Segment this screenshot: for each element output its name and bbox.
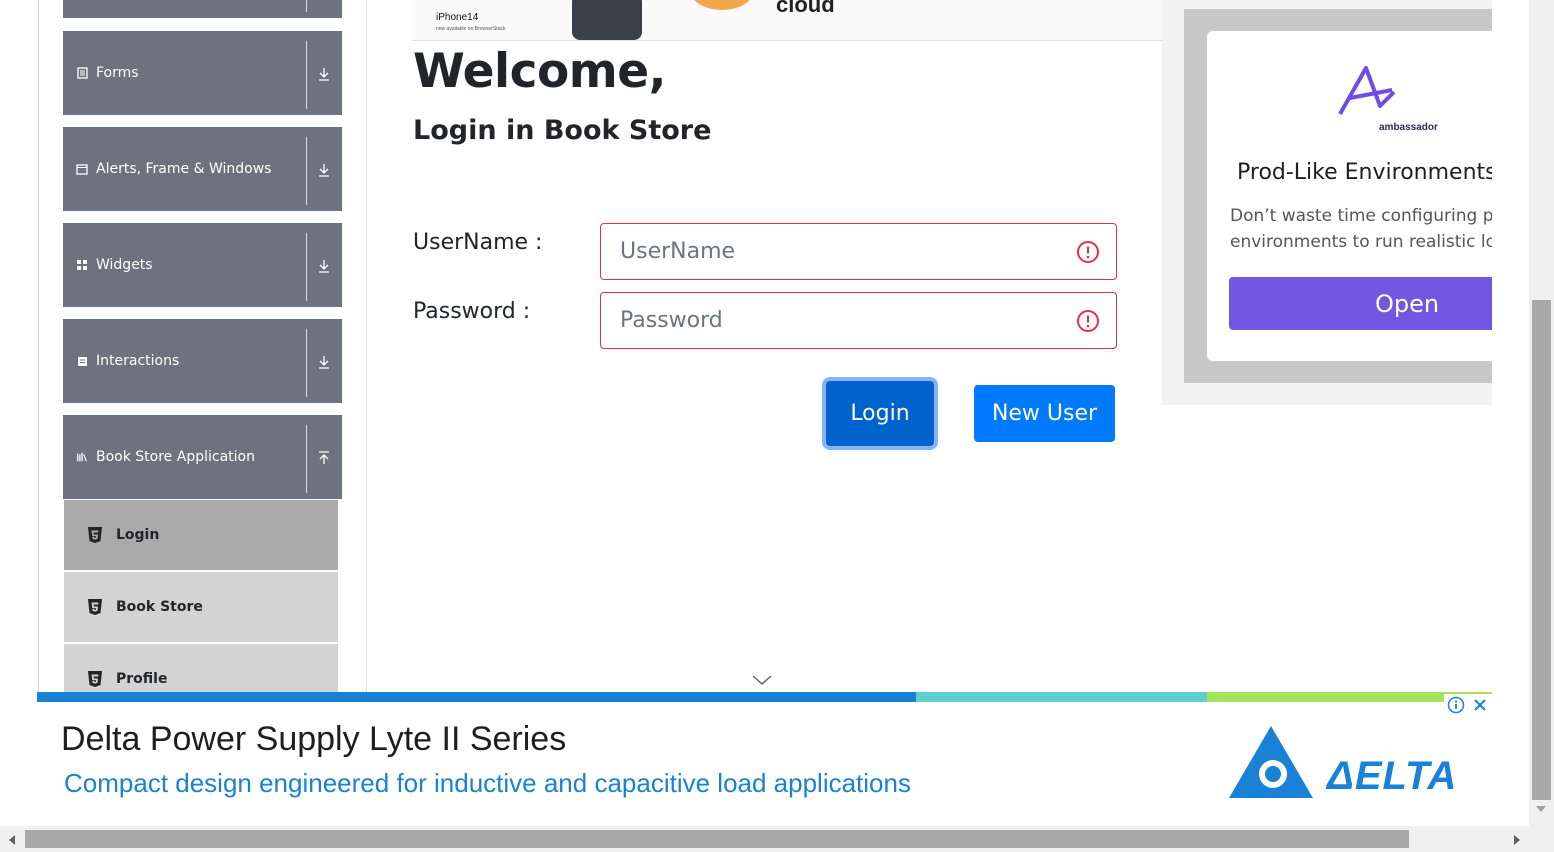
group-separator [306, 233, 307, 301]
sidebar-item-label: Book Store [116, 599, 203, 615]
sidebar-item-label: Profile [116, 671, 168, 687]
new-user-button[interactable]: New User [974, 385, 1115, 442]
ad-color-bar [37, 692, 1492, 702]
ad-body: Don’t waste time configuring prod enviro… [1230, 203, 1492, 255]
html5-icon [88, 671, 102, 687]
bottom-advertisement[interactable]: Delta Power Supply Lyte II Series Compac… [37, 702, 1492, 826]
right-advertisement[interactable]: ambassador Prod-Like Environments for Do… [1162, 0, 1492, 405]
username-label: UserName : [413, 230, 543, 255]
scroll-down-icon[interactable] [1535, 804, 1547, 814]
sidebar-item-login[interactable]: Login [64, 500, 338, 570]
expand-icon[interactable] [318, 163, 330, 177]
sidebar-divider [366, 0, 367, 737]
html5-icon [88, 599, 102, 615]
collapse-icon[interactable] [318, 451, 330, 465]
page-subtitle: Login in Book Store [413, 115, 712, 146]
sidebar-group-label: Alerts, Frame & Windows [96, 161, 272, 177]
window-icon [76, 163, 88, 175]
ambassador-logo-icon [1338, 66, 1396, 115]
group-separator [306, 425, 307, 493]
password-label: Password : [413, 299, 531, 324]
sidebar-group-widgets[interactable]: Widgets [63, 223, 342, 307]
top-advertisement[interactable]: iPhone14 now available on BrowserStack c… [412, 0, 1164, 41]
sidebar-group-label: Forms [96, 65, 139, 81]
password-field [600, 292, 1117, 349]
ad-tagline: now available on BrowserStack [436, 26, 506, 32]
phone-image [572, 0, 642, 40]
warning-icon [1077, 241, 1099, 263]
sidebar-group-label: Book Store Application [96, 449, 255, 465]
sidebar-item-label: Login [116, 527, 160, 543]
ad-title: Delta Power Supply Lyte II Series [61, 720, 567, 758]
password-input[interactable] [601, 293, 1116, 348]
ad-choices[interactable] [1444, 694, 1492, 716]
username-input[interactable] [601, 224, 1116, 279]
interactions-icon [76, 355, 88, 367]
expand-icon[interactable] [318, 259, 330, 273]
ad-body-line: environments to run realistic loca [1230, 232, 1492, 252]
grid-icon [76, 259, 88, 271]
login-button[interactable]: Login [826, 381, 934, 446]
ad-product-name: iPhone14 [436, 12, 479, 23]
expand-icon[interactable] [318, 355, 330, 369]
info-icon[interactable] [1447, 696, 1465, 714]
group-separator [306, 41, 307, 109]
ad-body-line: Don’t waste time configuring prod [1230, 206, 1492, 226]
chevron-down-icon[interactable] [752, 674, 772, 686]
ad-decoration [690, 0, 754, 10]
close-icon[interactable] [1471, 696, 1489, 714]
sidebar-group-book-store-application[interactable]: Book Store Application [63, 415, 342, 499]
sidebar-group-alerts[interactable]: Alerts, Frame & Windows [63, 127, 342, 211]
ad-brand: ambassador [1379, 122, 1438, 133]
sidebar-group-label: Interactions [96, 353, 180, 369]
ad-brand: ΔELTA [1327, 754, 1458, 798]
vertical-scrollbar[interactable] [1529, 0, 1554, 826]
group-separator [306, 329, 307, 397]
document-icon [76, 67, 88, 79]
sidebar-group-elements[interactable] [63, 0, 342, 18]
group-separator [306, 137, 307, 205]
sidebar-group-forms[interactable]: Forms [63, 31, 342, 115]
group-separator [306, 0, 307, 12]
sidebar-group-label: Widgets [96, 257, 153, 273]
sidebar-item-book-store[interactable]: Book Store [64, 572, 338, 642]
left-border [38, 0, 39, 737]
scrollbar-thumb[interactable] [1532, 300, 1551, 800]
ad-headline: cloud [776, 0, 835, 17]
html5-icon [88, 527, 102, 543]
page-title: Welcome, [413, 44, 667, 99]
warning-icon [1077, 310, 1099, 332]
ad-headline: Prod-Like Environments for [1237, 160, 1492, 185]
books-icon [76, 451, 88, 463]
ad-subtitle: Compact design engineered for inductive … [64, 768, 911, 798]
horizontal-scrollbar[interactable] [0, 826, 1529, 852]
ad-open-button[interactable]: Open [1229, 277, 1492, 330]
expand-icon[interactable] [318, 67, 330, 81]
scrollbar-thumb[interactable] [25, 830, 1409, 848]
scroll-right-icon[interactable] [1512, 834, 1522, 846]
scroll-left-icon[interactable] [7, 834, 17, 846]
sidebar-group-interactions[interactable]: Interactions [63, 319, 342, 403]
username-field [600, 223, 1117, 280]
scrollbar-corner [1529, 826, 1554, 852]
